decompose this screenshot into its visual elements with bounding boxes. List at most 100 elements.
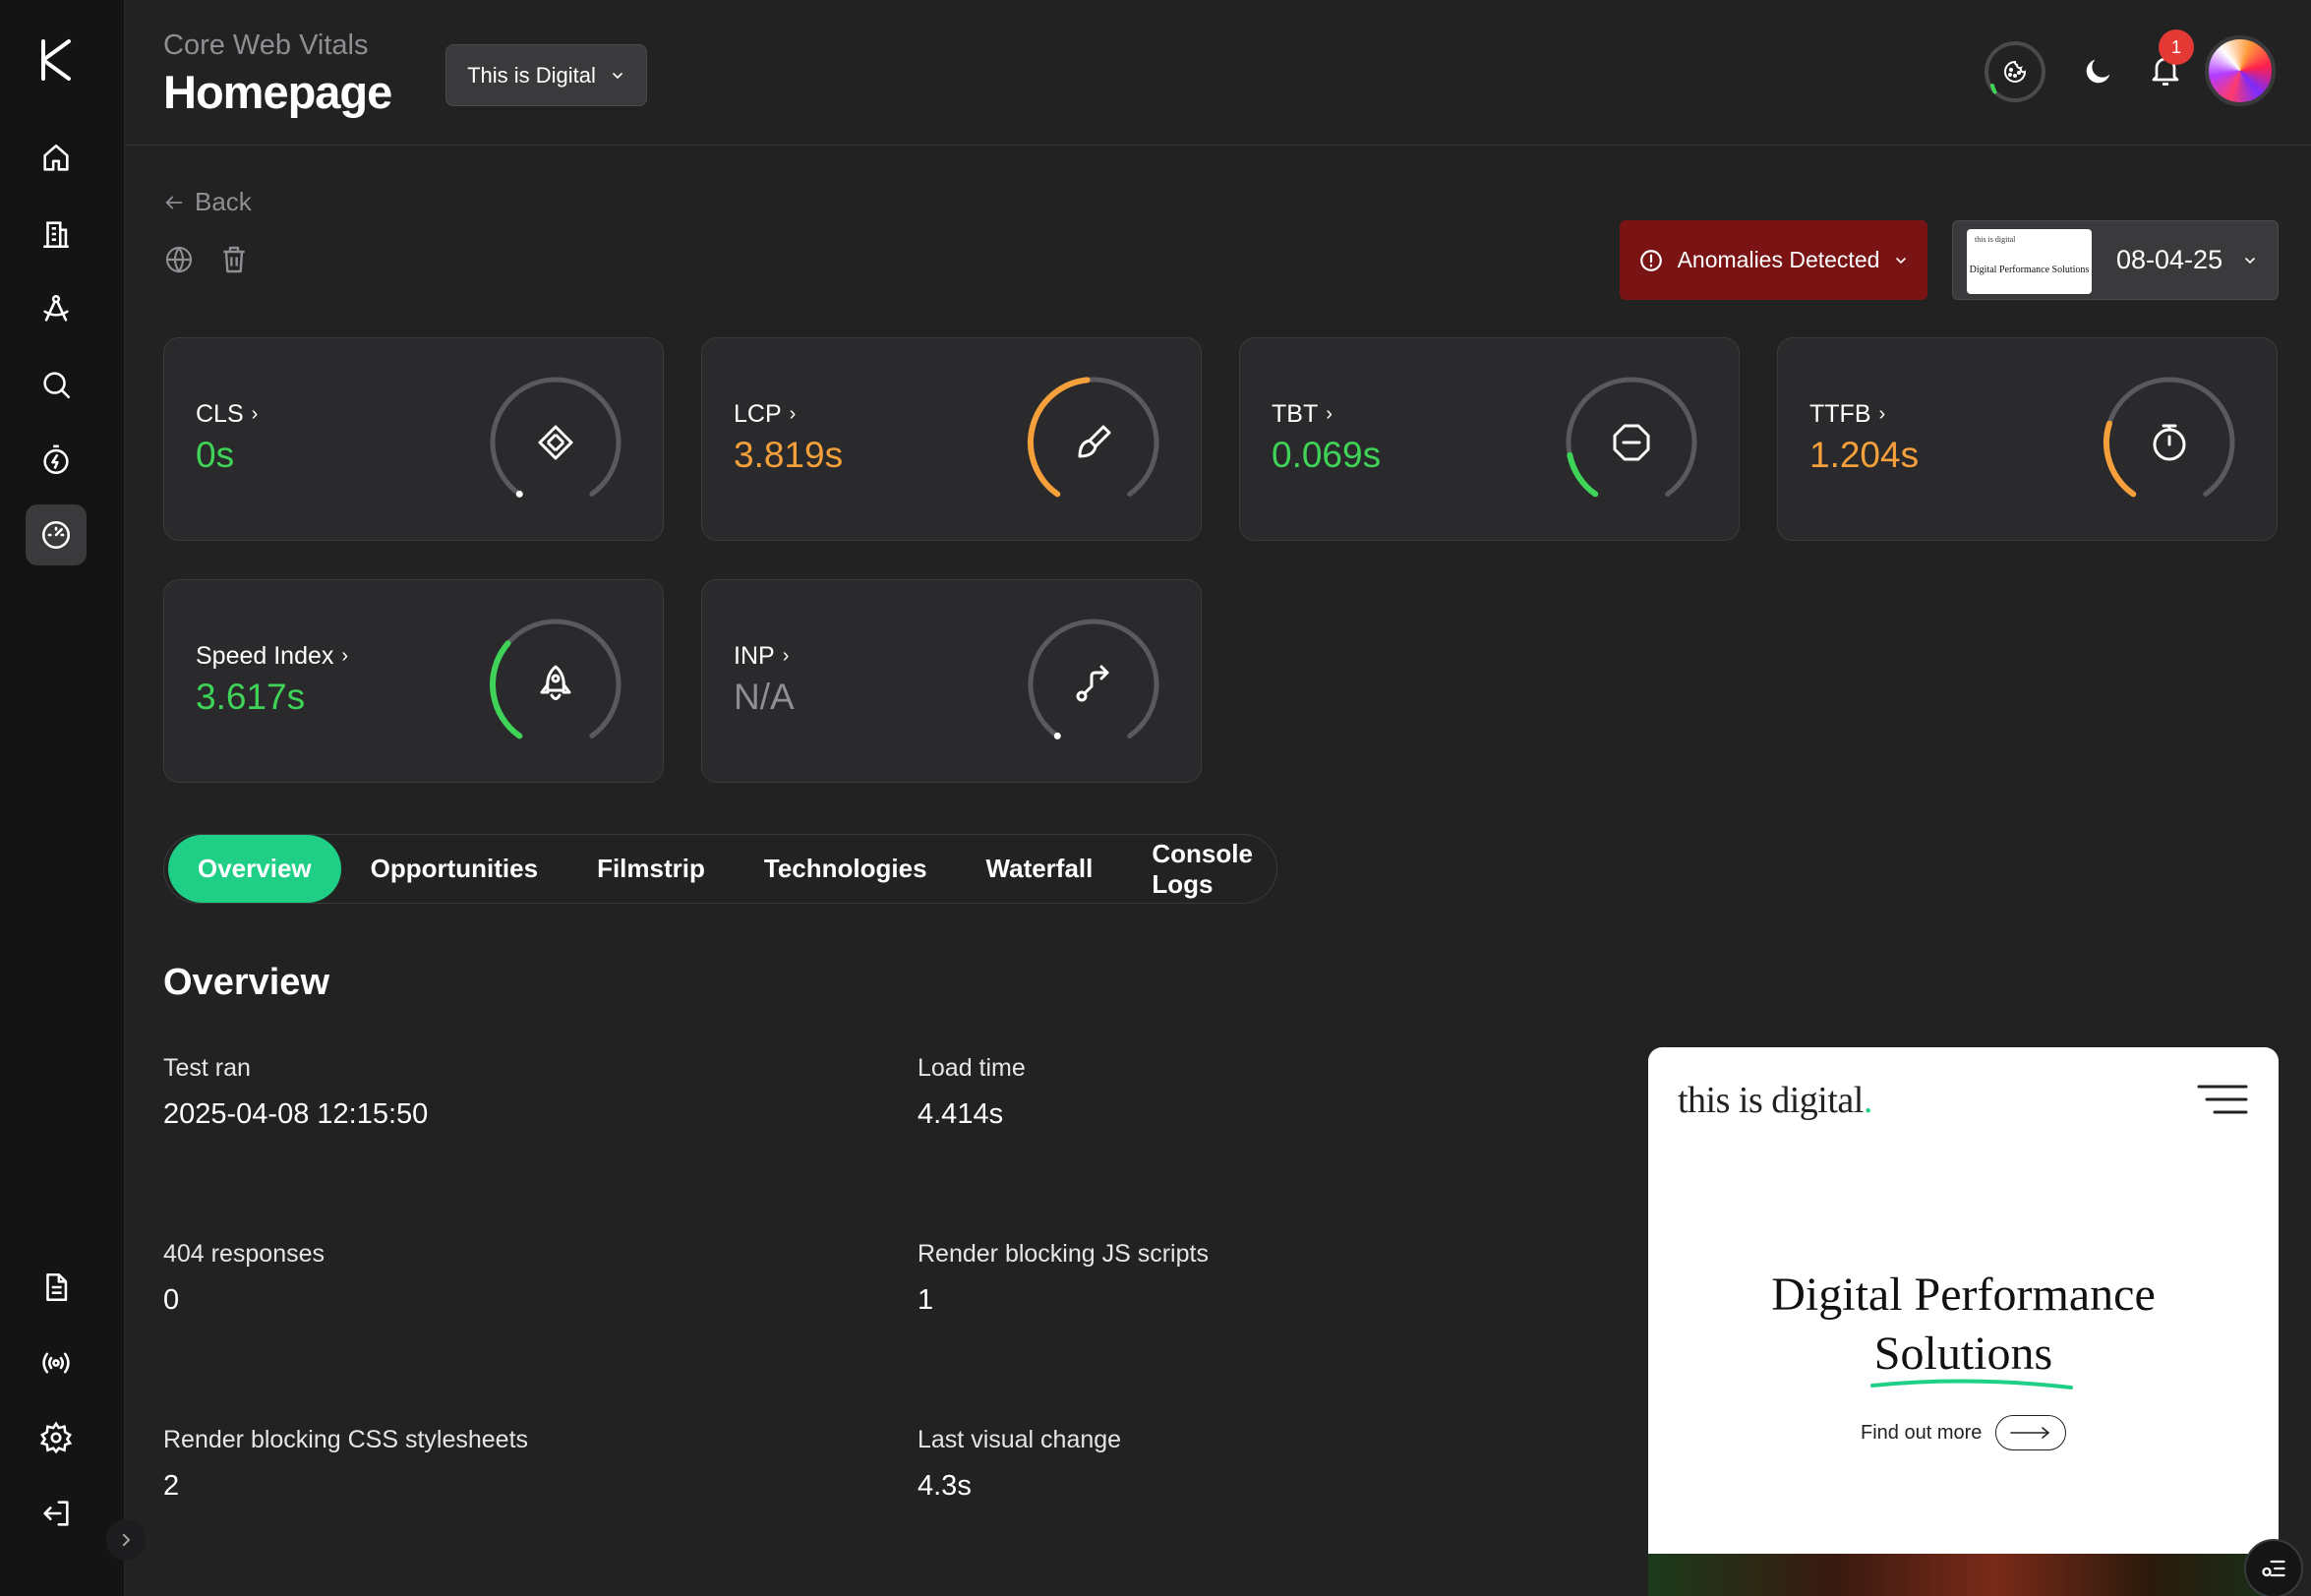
feedback-button[interactable] bbox=[2244, 1539, 2303, 1596]
compass-draw-icon bbox=[43, 294, 69, 322]
preview-cta-button bbox=[1995, 1415, 2067, 1450]
brush-icon bbox=[1078, 425, 1111, 458]
back-link-label: Back bbox=[195, 187, 252, 216]
layout-shift-icon bbox=[538, 425, 573, 460]
gauge-track bbox=[1566, 377, 1697, 497]
anomalies-dropdown[interactable]: Anomalies Detected bbox=[1620, 220, 1927, 300]
stat-label: 404 responses bbox=[163, 1240, 326, 1268]
rocket-icon bbox=[540, 665, 571, 700]
nav-search[interactable] bbox=[26, 354, 87, 415]
trash-icon bbox=[223, 246, 245, 273]
app-logo[interactable] bbox=[37, 37, 77, 83]
page-subtitle: Core Web Vitals bbox=[163, 30, 369, 61]
arrow-right-icon bbox=[2010, 1427, 2050, 1439]
metric-label: LCP › bbox=[734, 400, 797, 428]
gauge-progress bbox=[490, 640, 523, 739]
tab-filmstrip[interactable]: Filmstrip bbox=[567, 835, 735, 903]
gauge-track bbox=[490, 619, 622, 739]
nav-monitoring[interactable] bbox=[26, 1332, 87, 1393]
stat-value: 1 bbox=[918, 1284, 934, 1316]
search-icon bbox=[43, 372, 71, 399]
anomalies-label: Anomalies Detected bbox=[1677, 247, 1880, 272]
tab-console-logs[interactable]: Console Logs bbox=[1122, 835, 1282, 903]
chevron-down-icon bbox=[2245, 258, 2255, 265]
building-icon bbox=[43, 221, 69, 249]
list-settings-icon bbox=[2262, 1560, 2285, 1577]
metric-value: 0.069s bbox=[1272, 435, 1382, 475]
overview-title: Overview bbox=[163, 962, 329, 1003]
metric-card-lcp[interactable]: LCP › 3.819s bbox=[701, 337, 1202, 541]
moon-icon bbox=[2086, 59, 2110, 84]
metric-card-ttfb[interactable]: TTFB › 1.204s bbox=[1777, 337, 2278, 541]
nav-reports[interactable] bbox=[26, 1257, 87, 1318]
nav-home[interactable] bbox=[26, 128, 87, 189]
metric-label: TTFB › bbox=[1809, 400, 1886, 428]
stat-label: Last visual change bbox=[918, 1426, 1122, 1453]
nav-compass[interactable] bbox=[26, 278, 87, 339]
theme-toggle[interactable] bbox=[2079, 51, 2118, 90]
metric-label: TBT › bbox=[1272, 400, 1333, 428]
gauge-progress bbox=[1567, 451, 1599, 498]
stat-label: Render blocking CSS stylesheets bbox=[163, 1426, 529, 1453]
metric-value: 3.617s bbox=[196, 677, 306, 717]
nav-core-web-vitals[interactable] bbox=[26, 504, 87, 565]
cookie-icon bbox=[1985, 41, 2045, 102]
nav-settings[interactable] bbox=[26, 1407, 87, 1468]
thumbnail-brand: this is digital bbox=[1975, 235, 2016, 244]
stopwatch-bolt-icon bbox=[43, 444, 69, 475]
stat-value: 2 bbox=[163, 1470, 180, 1502]
home-icon bbox=[43, 144, 69, 171]
thumbnail-heading: Digital Performance Solutions bbox=[1969, 265, 2090, 275]
gauge-track bbox=[490, 377, 622, 497]
avatar[interactable] bbox=[2205, 35, 2276, 106]
report-tabs: Overview Opportunities Filmstrip Technol… bbox=[163, 834, 1277, 904]
site-select[interactable]: This is Digital bbox=[445, 44, 647, 106]
stat-value: 4.3s bbox=[918, 1470, 972, 1502]
back-link[interactable]: Back bbox=[163, 187, 252, 217]
nav-logout[interactable] bbox=[26, 1483, 87, 1544]
sidebar bbox=[0, 0, 146, 1596]
tab-overview[interactable]: Overview bbox=[168, 835, 341, 903]
nav-building[interactable] bbox=[26, 204, 87, 265]
cookie-consent-button[interactable] bbox=[1983, 39, 2047, 104]
stat-label: Load time bbox=[918, 1054, 1026, 1082]
stat-value: 4.414s bbox=[918, 1098, 1004, 1130]
metric-value: 0s bbox=[196, 435, 235, 475]
test-date-label: 08-04-25 bbox=[2116, 245, 2223, 274]
globe-button[interactable] bbox=[163, 244, 195, 280]
delete-button[interactable] bbox=[218, 244, 250, 280]
preview-heading: Digital Performance Solutions bbox=[1648, 1266, 2279, 1389]
test-thumbnail: this is digital Digital Performance Solu… bbox=[1967, 229, 2092, 294]
test-date-select[interactable]: this is digital Digital Performance Solu… bbox=[1952, 220, 2279, 300]
site-select-label: This is Digital bbox=[467, 62, 596, 88]
metric-card-tbt[interactable]: TBT › 0.069s bbox=[1239, 337, 1740, 541]
stat-label: Test ran bbox=[163, 1054, 251, 1082]
tab-waterfall[interactable]: Waterfall bbox=[957, 835, 1123, 903]
nav-performance[interactable] bbox=[26, 430, 87, 491]
metric-label: INP › bbox=[734, 642, 790, 670]
gauge-progress bbox=[2104, 420, 2137, 498]
metric-card-inp[interactable]: INP › N/A bbox=[701, 579, 1202, 783]
tab-technologies[interactable]: Technologies bbox=[735, 835, 957, 903]
sidebar-expand-button[interactable] bbox=[106, 1519, 146, 1561]
preview-hero-image bbox=[1648, 1554, 2279, 1596]
metric-gauge bbox=[1028, 619, 1159, 739]
stat-value: 0 bbox=[163, 1284, 180, 1316]
chevron-right-icon bbox=[122, 1533, 131, 1547]
notification-badge: 1 bbox=[2159, 30, 2194, 65]
stat-label: Render blocking JS scripts bbox=[918, 1240, 1209, 1268]
metric-card-cls[interactable]: CLS › 0s bbox=[163, 337, 664, 541]
alert-circle-icon bbox=[1639, 249, 1662, 271]
metric-card-speed-index[interactable]: Speed Index › 3.617s bbox=[163, 579, 664, 783]
metric-value: 1.204s bbox=[1809, 435, 1920, 475]
globe-icon bbox=[165, 246, 193, 273]
metric-label: CLS › bbox=[196, 400, 259, 428]
gauge-start-dot bbox=[515, 490, 523, 498]
arrow-left-icon bbox=[165, 196, 183, 208]
tab-opportunities[interactable]: Opportunities bbox=[341, 835, 567, 903]
blocked-octagon-icon bbox=[1613, 424, 1650, 461]
page-preview: this is digital. Digital Performance Sol… bbox=[1648, 1047, 2279, 1596]
preview-brand: this is digital. bbox=[1678, 1080, 1872, 1121]
broadcast-icon bbox=[42, 1352, 70, 1374]
document-icon bbox=[46, 1272, 68, 1302]
